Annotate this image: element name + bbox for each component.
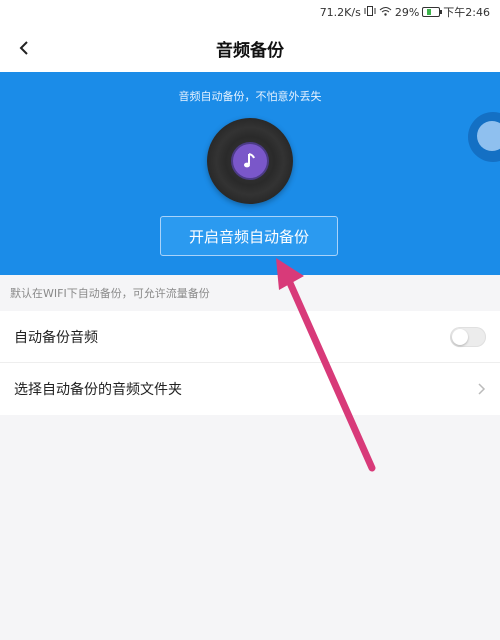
start-auto-backup-button[interactable]: 开启音频自动备份 — [160, 216, 338, 256]
auto-backup-audio-label: 自动备份音频 — [14, 329, 98, 346]
hero-banner: 音频自动备份，不怕意外丢失 开启音频自动备份 — [0, 72, 500, 275]
page-title: 音频备份 — [216, 40, 284, 61]
battery-fill — [427, 9, 432, 15]
backup-hint: 默认在WIFI下自动备份，可允许流量备份 — [10, 287, 210, 300]
floating-assist-inner — [477, 121, 500, 151]
hero-subtitle: 音频自动备份，不怕意外丢失 — [178, 90, 322, 103]
back-button[interactable] — [10, 34, 38, 62]
select-folder-label: 选择自动备份的音频文件夹 — [14, 382, 182, 398]
clock: 下午2:46 — [443, 6, 490, 19]
auto-backup-toggle[interactable] — [450, 326, 486, 347]
floating-assist-button[interactable] — [468, 112, 500, 162]
battery-percent: 29% — [394, 5, 420, 19]
toggle-knob — [452, 328, 468, 345]
vinyl-disc-icon — [207, 118, 293, 204]
status-bar: 71.2K/s 29% 下午2:46 — [0, 0, 500, 24]
back-arrow-icon — [19, 41, 28, 55]
music-note-icon — [244, 153, 255, 168]
app-header: 音频备份 — [0, 24, 500, 72]
chevron-right-icon — [478, 383, 486, 395]
network-speed: 71.2K/s — [319, 5, 361, 19]
auto-backup-audio-row: 自动备份音频 — [0, 311, 500, 363]
select-folder-row[interactable]: 选择自动备份的音频文件夹 — [0, 363, 500, 415]
wifi-icon — [379, 6, 392, 19]
disc-label — [233, 144, 267, 178]
vibrate-icon — [364, 5, 376, 19]
battery-icon — [422, 7, 443, 17]
